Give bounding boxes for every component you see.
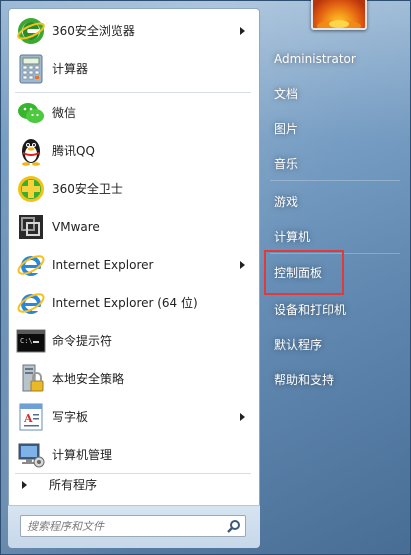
program-label: 本地安全策略 — [52, 372, 125, 386]
360-safeguard-icon — [15, 173, 47, 205]
svg-text:C:\: C:\ — [20, 337, 33, 345]
program-cmd[interactable]: C:\ 命令提示符 — [11, 323, 255, 359]
computer-management-icon — [15, 439, 47, 471]
program-label: 360安全卫士 — [52, 182, 123, 196]
arrow-right-icon — [22, 481, 27, 489]
svg-text:A: A — [23, 412, 33, 425]
program-label: 微信 — [52, 106, 77, 120]
program-internet-explorer[interactable]: Internet Explorer — [11, 247, 255, 283]
submenu-arrow-icon[interactable] — [240, 261, 245, 269]
all-programs-label: 所有程序 — [49, 478, 98, 492]
program-wechat[interactable]: 微信 — [11, 95, 255, 131]
ie-icon — [15, 287, 47, 319]
program-qq[interactable]: 腾讯QQ — [11, 133, 255, 169]
program-label: 命令提示符 — [52, 334, 113, 348]
calculator-icon — [15, 53, 47, 85]
submenu-arrow-icon[interactable] — [240, 413, 245, 421]
program-vmware[interactable]: VMware — [11, 209, 255, 245]
programs-panel: 360安全浏览器 计算器 微信 腾讯QQ 360安全卫士 VMware Inte… — [8, 8, 260, 548]
user-avatar-flower[interactable] — [311, 0, 367, 30]
highlight-box-control-panel — [264, 250, 344, 295]
program-label: Internet Explorer — [52, 258, 154, 272]
program-internet-explorer-64[interactable]: Internet Explorer (64 位) — [11, 285, 255, 321]
link-pictures[interactable]: 图片 — [264, 116, 404, 142]
link-devices-and-printers[interactable]: 设备和打印机 — [264, 297, 404, 323]
cmd-icon: C:\ — [15, 325, 47, 357]
search-icon[interactable] — [227, 519, 241, 533]
link-help-and-support[interactable]: 帮助和支持 — [264, 367, 404, 393]
link-default-programs[interactable]: 默认程序 — [264, 332, 404, 358]
program-computer-management[interactable]: 计算机管理 — [11, 437, 255, 473]
program-360-browser[interactable]: 360安全浏览器 — [11, 13, 255, 49]
search-box[interactable] — [20, 515, 246, 537]
program-360-safeguard[interactable]: 360安全卫士 — [11, 171, 255, 207]
link-games[interactable]: 游戏 — [264, 189, 404, 215]
program-label: 360安全浏览器 — [52, 24, 135, 38]
program-local-security-policy[interactable]: 本地安全策略 — [11, 361, 255, 397]
program-calculator[interactable]: 计算器 — [11, 51, 255, 87]
ie-icon — [15, 249, 47, 281]
program-label: Internet Explorer (64 位) — [52, 296, 198, 310]
program-label: 计算机管理 — [52, 448, 113, 462]
search-input[interactable] — [23, 517, 221, 535]
link-documents[interactable]: 文档 — [264, 81, 404, 107]
all-programs-button[interactable]: 所有程序 — [11, 472, 255, 498]
user-name-link[interactable]: Administrator — [264, 46, 404, 72]
wordpad-icon: A — [15, 401, 47, 433]
vmware-icon — [15, 211, 47, 243]
qq-penguin-icon — [15, 135, 47, 167]
wechat-icon — [15, 97, 47, 129]
360-browser-icon — [15, 15, 47, 47]
link-music[interactable]: 音乐 — [264, 151, 404, 177]
submenu-arrow-icon[interactable] — [240, 27, 245, 35]
security-policy-icon — [15, 363, 47, 395]
program-wordpad[interactable]: A 写字板 — [11, 399, 255, 435]
search-area — [8, 505, 260, 548]
separator — [270, 180, 400, 181]
program-label: 腾讯QQ — [52, 144, 95, 158]
link-computer[interactable]: 计算机 — [264, 224, 404, 250]
program-label: 计算器 — [52, 62, 89, 76]
separator — [15, 92, 251, 93]
program-label: 写字板 — [52, 410, 89, 424]
program-label: VMware — [52, 220, 100, 234]
